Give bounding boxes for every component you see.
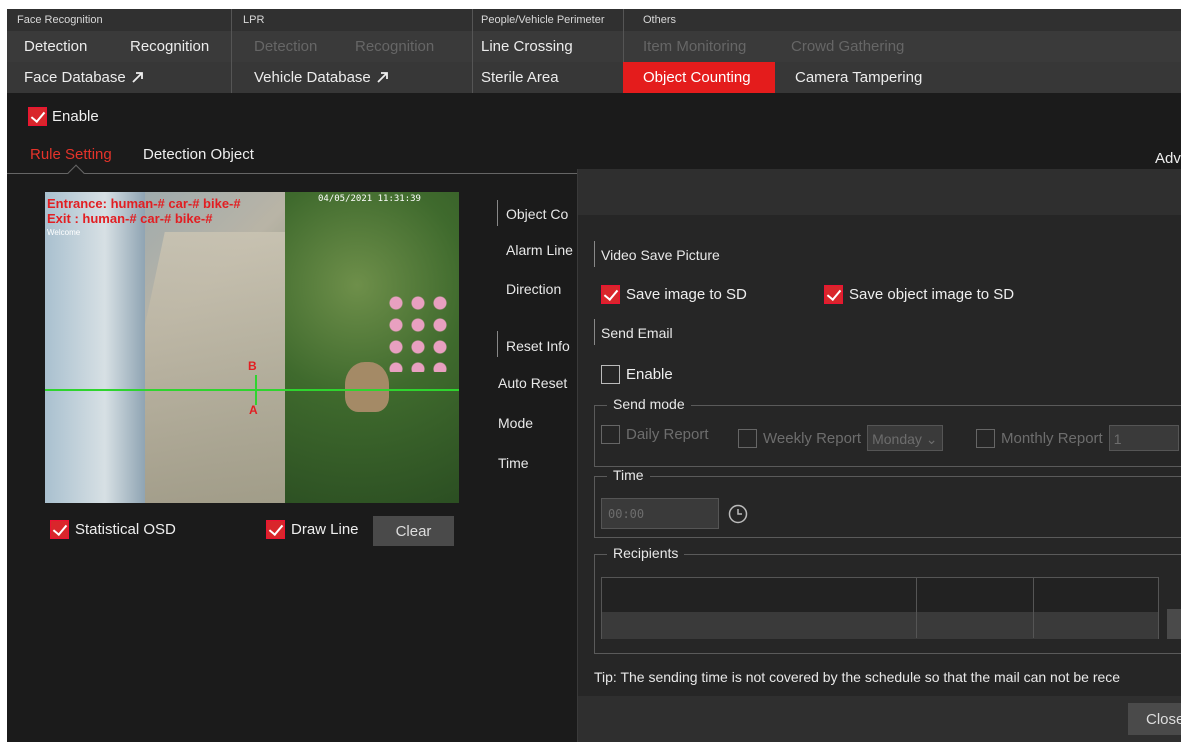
weekly-report-checkbox[interactable] (738, 428, 757, 448)
tab-detection-object[interactable]: Detection Object (143, 146, 254, 163)
daily-report-checkbox[interactable] (601, 425, 620, 444)
menu-line-crossing[interactable]: Line Crossing (481, 31, 573, 62)
table-row[interactable] (602, 612, 1158, 639)
recipients-table (601, 577, 1159, 639)
group-label-others: Others (643, 14, 677, 26)
osd-welcome: Welcome (47, 228, 81, 237)
external-link-icon (377, 72, 388, 83)
menu-lpr-recognition[interactable]: Recognition (355, 31, 434, 62)
app-window: Face Recognition LPR People/Vehicle Peri… (7, 9, 1181, 742)
send-email-section: Send Email (601, 325, 673, 341)
auto-reset-label: Auto Reset (498, 375, 568, 391)
menu-vehicle-database[interactable]: Vehicle Database (254, 62, 389, 93)
dialog-header (578, 169, 1181, 215)
add-recipient-button[interactable] (1167, 609, 1181, 639)
menu-face-database[interactable]: Face Database (24, 62, 144, 93)
group-label-perimeter: People/Vehicle Perimeter (481, 14, 605, 26)
email-enable-row[interactable]: Enable (601, 365, 673, 384)
line-label-a: A (249, 403, 258, 417)
reset-info-section: Reset Info (506, 338, 570, 354)
save-image-sd-row[interactable]: Save image to SD (601, 285, 747, 304)
monthly-report-checkbox[interactable] (976, 428, 995, 448)
dialog-footer (578, 696, 1181, 742)
group-label-face-recognition: Face Recognition (17, 14, 103, 26)
osd-exit: Exit : human-# car-# bike-# (47, 211, 213, 226)
enable-checkbox[interactable] (28, 107, 47, 126)
advanced-dialog: Video Save Picture Save image to SD Save… (577, 169, 1181, 742)
email-enable-checkbox[interactable] (601, 365, 620, 384)
menu-item-monitoring[interactable]: Item Monitoring (643, 31, 746, 62)
draw-line-checkbox[interactable] (266, 520, 285, 539)
group-label-lpr: LPR (243, 14, 265, 26)
tab-rule-setting[interactable]: Rule Setting (30, 146, 112, 163)
external-link-icon (132, 72, 143, 83)
video-preview[interactable]: Entrance: human-# car-# bike-# Exit : hu… (45, 192, 459, 503)
tip-text: Tip: The sending time is not covered by … (594, 669, 1121, 685)
monthly-report-row[interactable]: Monthly Report 1 (976, 425, 1179, 451)
statistical-osd-checkbox[interactable] (50, 520, 69, 539)
osd-entrance: Entrance: human-# car-# bike-# (47, 196, 241, 211)
monthly-day-select[interactable]: 1 (1108, 425, 1179, 451)
menu-object-counting[interactable]: Object Counting (623, 62, 775, 93)
direction-indicator (255, 375, 257, 405)
clear-button[interactable]: Clear (373, 516, 454, 546)
save-image-sd-checkbox[interactable] (601, 285, 620, 304)
recipients-table-header (602, 578, 1158, 612)
save-object-image-sd-row[interactable]: Save object image to SD (824, 285, 1014, 304)
menu-face-detection[interactable]: Detection (24, 31, 87, 62)
save-object-image-sd-checkbox[interactable] (824, 285, 843, 304)
menu-camera-tampering[interactable]: Camera Tampering (795, 62, 922, 93)
object-counting-section: Object Co (506, 206, 569, 222)
menu-lpr-detection[interactable]: Detection (254, 31, 317, 62)
alarm-line-label: Alarm Line (506, 242, 573, 258)
daily-report-row[interactable]: Daily Report (601, 425, 709, 444)
menu-sterile-area[interactable]: Sterile Area (481, 62, 559, 93)
enable-label: Enable (52, 108, 99, 125)
menu-crowd-gathering[interactable]: Crowd Gathering (791, 31, 904, 62)
close-button[interactable]: Close (1128, 703, 1181, 735)
enable-row[interactable]: Enable (28, 107, 99, 126)
clock-icon[interactable] (728, 504, 748, 524)
direction-label: Direction (506, 281, 562, 297)
line-label-b: B (248, 359, 257, 373)
time-label: Time (498, 455, 529, 471)
menu-face-recognition[interactable]: Recognition (130, 31, 209, 62)
draw-line-row[interactable]: Draw Line (266, 520, 359, 539)
mode-label: Mode (498, 415, 534, 431)
statistical-osd-row[interactable]: Statistical OSD (50, 520, 176, 539)
weekly-report-row[interactable]: Weekly Report Monday ⌄ (738, 425, 943, 451)
alarm-line[interactable] (45, 389, 459, 391)
weekly-day-select[interactable]: Monday ⌄ (867, 425, 943, 451)
chevron-down-icon: ⌄ (925, 431, 938, 447)
video-save-picture-section: Video Save Picture (601, 247, 720, 263)
time-input[interactable]: 00:00 (601, 498, 719, 529)
advanced-link[interactable]: Adv (1155, 150, 1181, 167)
video-timestamp: 04/05/2021 11:31:39 (318, 194, 421, 204)
